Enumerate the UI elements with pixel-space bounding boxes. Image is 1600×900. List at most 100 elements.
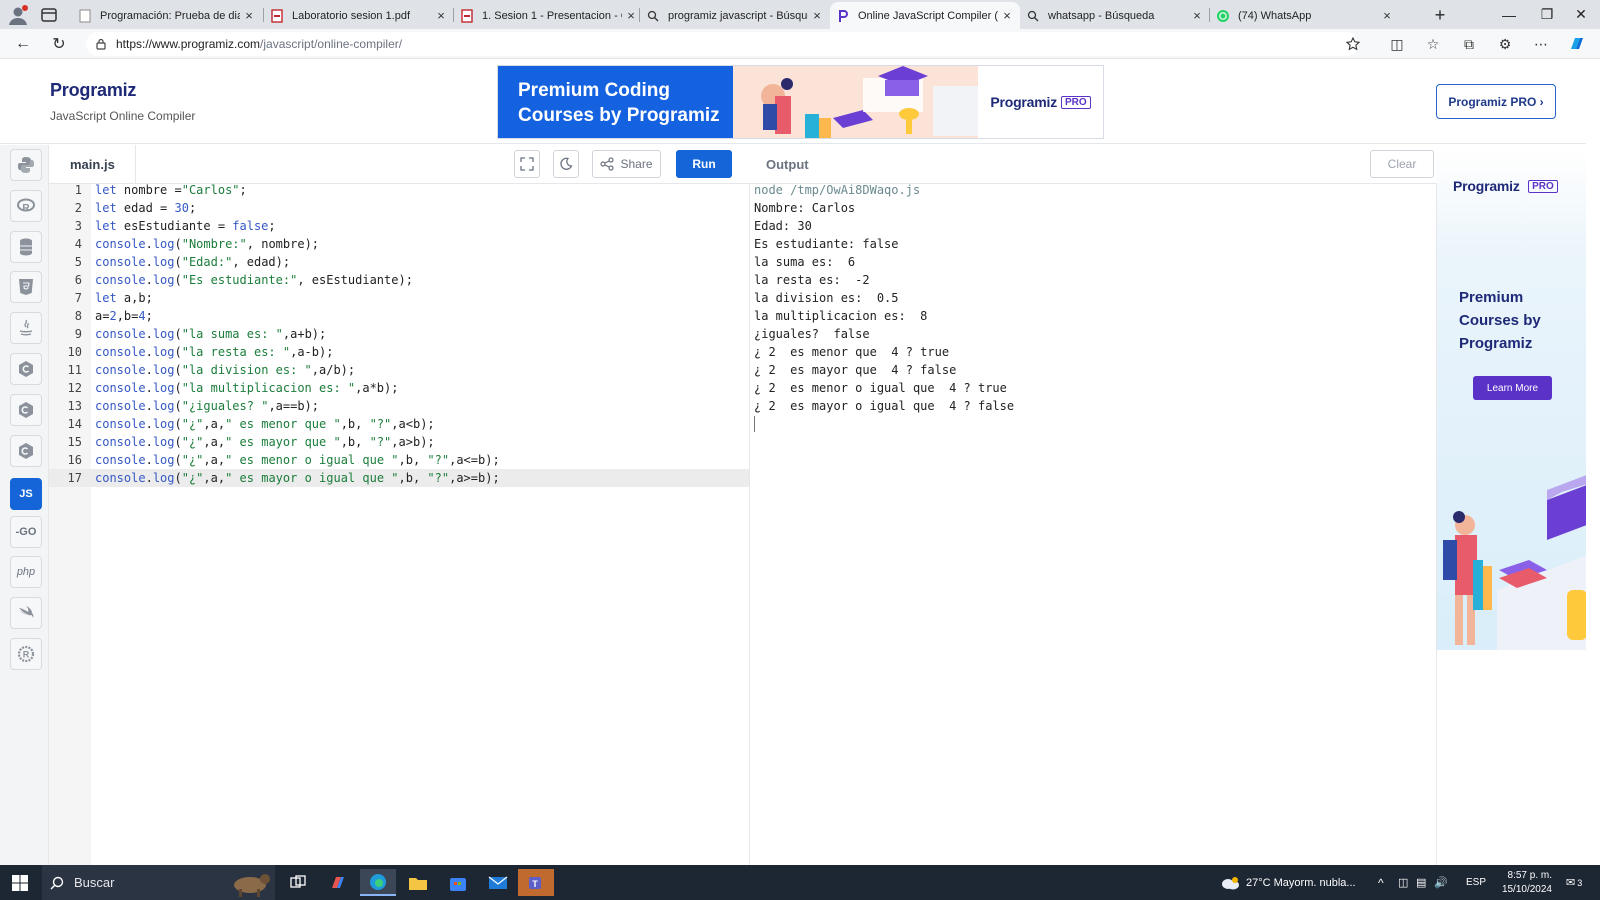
code-line[interactable]: 12 console.log("la multiplicacion es: ",a… — [49, 379, 749, 397]
tab-actions-icon[interactable] — [40, 6, 58, 24]
copilot-icon[interactable] — [1564, 33, 1590, 55]
store-icon[interactable] — [440, 869, 476, 896]
code-line[interactable]: 8 a=2,b=4; — [49, 307, 749, 325]
network-icon[interactable]: ▤ — [1416, 865, 1426, 900]
browser-tab[interactable]: Online JavaScript Compiler (Edit× — [830, 2, 1020, 29]
share-button[interactable]: Share — [592, 150, 661, 178]
close-tab-icon[interactable]: × — [1188, 8, 1206, 23]
code-line[interactable]: 3 let esEstudiante = false; — [49, 217, 749, 235]
favorites-icon[interactable]: ☆ — [1420, 33, 1446, 55]
rust-icon[interactable]: R — [10, 638, 42, 670]
run-button[interactable]: Run — [676, 150, 732, 178]
page-scrollbar[interactable] — [1586, 60, 1600, 865]
php-icon[interactable]: php — [10, 556, 42, 588]
copilot-taskbar-icon[interactable] — [320, 869, 356, 896]
code-line[interactable]: 5 console.log("Edad:", edad); — [49, 253, 749, 271]
favorite-star-icon[interactable] — [1346, 37, 1360, 51]
html-icon[interactable] — [10, 271, 42, 303]
file-explorer-icon[interactable] — [400, 869, 436, 896]
clock[interactable]: 8:57 p. m. 15/10/2024 — [1500, 865, 1552, 900]
teams-icon[interactable]: T — [518, 869, 554, 896]
close-tab-icon[interactable]: × — [622, 8, 640, 23]
split-screen-icon[interactable]: ◫ — [1384, 33, 1410, 55]
notification-center[interactable]: ✉ 3 — [1566, 865, 1582, 900]
browser-tab[interactable]: programiz javascript - Búsqueda× — [640, 2, 830, 29]
programiz-pro-button[interactable]: Programiz PRO › — [1436, 84, 1556, 119]
code-line[interactable]: 6 console.log("Es estudiante:", esEstudia… — [49, 271, 749, 289]
language-label: php — [16, 566, 36, 578]
code-line[interactable]: 16 console.log("¿",a," es menor o igual q… — [49, 451, 749, 469]
python-icon[interactable] — [10, 149, 42, 181]
code-line[interactable]: 15 console.log("¿",a," es mayor que ",b, … — [49, 433, 749, 451]
volume-icon[interactable]: 🔊 — [1434, 865, 1448, 900]
output-line: la suma es: 6 — [754, 255, 856, 269]
dark-mode-button[interactable] — [553, 150, 579, 178]
back-button[interactable]: ← — [10, 33, 36, 55]
mail-icon[interactable] — [480, 869, 516, 896]
swift-icon[interactable] — [10, 597, 42, 629]
weather-widget[interactable]: 27°C Mayorm. nubla... — [1220, 865, 1356, 900]
line-number: 3 — [74, 219, 82, 233]
code-line[interactable]: 1 let nombre ="Carlos"; — [49, 181, 749, 199]
reload-button[interactable]: ↻ — [46, 33, 72, 55]
code-line[interactable]: 14 console.log("¿",a," es menor que ",b, … — [49, 415, 749, 433]
task-view-icon[interactable] — [280, 869, 316, 896]
code-line[interactable]: 7 let a,b; — [49, 289, 749, 307]
input-language[interactable]: ESP — [1466, 865, 1486, 900]
code-line[interactable]: 4 console.log("Nombre:", nombre); — [49, 235, 749, 253]
code-line[interactable]: 11 console.log("la division es: ",a/b); — [49, 361, 749, 379]
line-number: 15 — [67, 435, 82, 449]
java-icon[interactable] — [10, 312, 42, 344]
clear-button[interactable]: Clear — [1370, 150, 1434, 178]
code-line[interactable]: 2 let edad = 30; — [49, 199, 749, 217]
close-tab-icon[interactable]: × — [1378, 8, 1396, 23]
tray-device-icon[interactable]: ◫ — [1398, 865, 1408, 900]
side-ad[interactable]: Programiz PRO Premium Courses by Program… — [1437, 150, 1600, 650]
page-header: Programiz JavaScript Online Compiler Pre… — [0, 60, 1600, 144]
close-tab-icon[interactable]: × — [432, 8, 450, 23]
programiz-logo[interactable]: Programiz — [50, 80, 136, 101]
profile-icon[interactable] — [6, 4, 30, 26]
code-editor[interactable]: 1 let nombre ="Carlos"; 2 let edad = 30; 3 le… — [49, 181, 750, 865]
browser-tab[interactable]: Laboratorio sesion 1.pdf × — [264, 2, 454, 29]
code-line[interactable]: 10 console.log("la resta es: ",a-b); — [49, 343, 749, 361]
close-window-button[interactable]: ✕ — [1562, 0, 1600, 29]
browser-tab[interactable]: 1. Sesion 1 - Presentacion - Cor× — [454, 2, 644, 29]
go-icon[interactable]: -GO — [10, 516, 42, 548]
browser-tab[interactable]: Programación: Prueba de diagnó× — [72, 2, 262, 29]
more-menu-icon[interactable]: ⋯ — [1528, 33, 1554, 55]
cpp-icon[interactable] — [10, 394, 42, 426]
collections-icon[interactable]: ⧉ — [1456, 33, 1482, 55]
fullscreen-button[interactable] — [514, 150, 540, 178]
ad-banner[interactable]: Premium Coding Courses by Programiz Prog… — [497, 65, 1104, 139]
edge-taskbar-icon[interactable] — [360, 869, 396, 896]
tab-separator — [1209, 8, 1210, 22]
close-tab-icon[interactable]: × — [240, 8, 258, 23]
close-tab-icon[interactable]: × — [808, 8, 826, 23]
close-tab-icon[interactable]: × — [998, 8, 1016, 23]
browser-tab[interactable]: (74) WhatsApp × — [1210, 2, 1400, 29]
js-icon[interactable]: JS — [10, 478, 42, 510]
taskbar-search[interactable]: Buscar — [42, 865, 275, 900]
learn-more-button[interactable]: Learn More — [1473, 376, 1552, 400]
code-line[interactable]: 9 console.log("la suma es: ",a+b); — [49, 325, 749, 343]
sql-icon[interactable] — [10, 231, 42, 263]
code-line[interactable]: 13 console.log("¿iguales? ",a==b); — [49, 397, 749, 415]
code-line[interactable]: 17 console.log("¿",a," es mayor o igual q… — [49, 469, 749, 487]
output-console[interactable]: node /tmp/OwAi8DWaqo.js Nombre: Carlos Eda… — [750, 183, 1437, 865]
output-command: node /tmp/OwAi8DWaqo.js — [754, 183, 921, 197]
new-tab-button[interactable]: + — [1428, 4, 1452, 26]
file-tab[interactable]: main.js — [49, 145, 136, 184]
r-icon[interactable]: R — [10, 190, 42, 222]
extensions-icon[interactable]: ⚙ — [1492, 33, 1518, 55]
code-text: console.log("¿iguales? ",a==b); — [95, 399, 320, 413]
windows-start-icon[interactable] — [2, 869, 38, 896]
tray-chevron-icon[interactable]: ^ — [1378, 865, 1384, 900]
minimize-button[interactable]: — — [1490, 0, 1528, 29]
browser-tab[interactable]: whatsapp - Búsqueda × — [1020, 2, 1210, 29]
csharp-icon[interactable] — [10, 435, 42, 467]
restore-button[interactable]: ❐ — [1528, 0, 1566, 29]
lock-icon[interactable] — [86, 38, 116, 50]
url-field[interactable]: https://www.programiz.com/javascript/onl… — [86, 32, 1358, 56]
c-icon[interactable] — [10, 353, 42, 385]
